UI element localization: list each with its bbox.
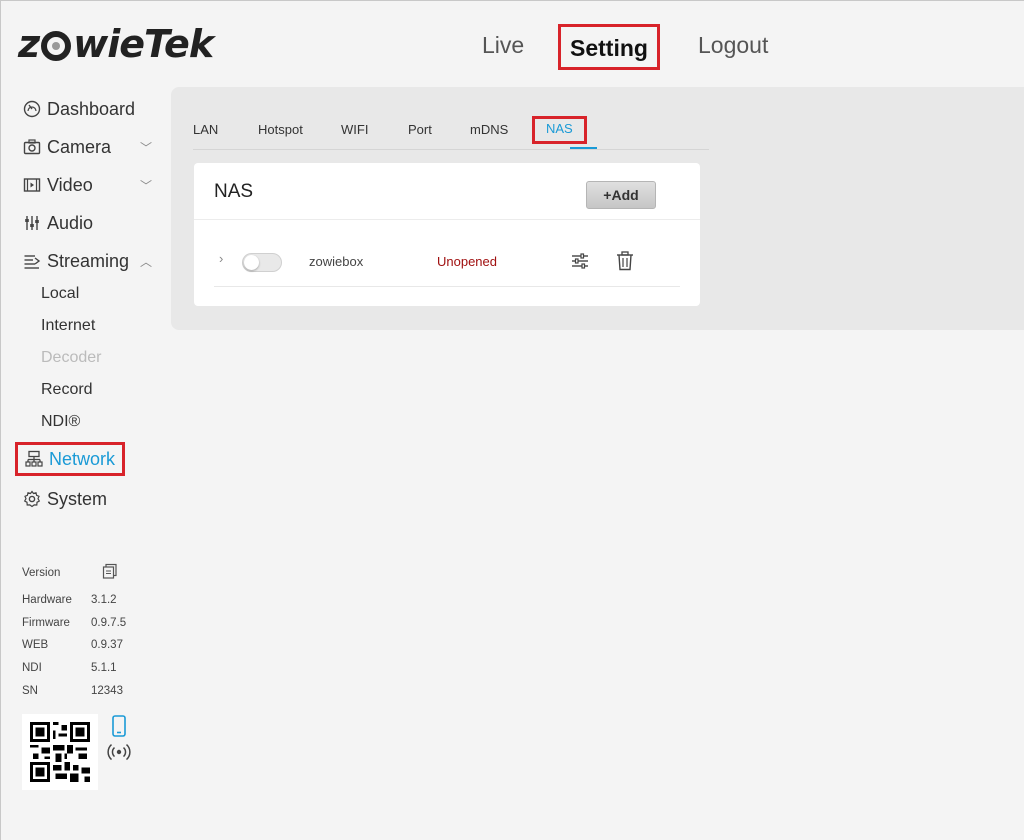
streaming-icon xyxy=(22,251,42,271)
version-row-ndi: NDI 5.1.1 xyxy=(22,660,162,676)
qr-code xyxy=(22,714,98,790)
top-nav: Live Setting Logout xyxy=(0,24,1024,70)
active-tab-indicator xyxy=(570,147,597,149)
sidebar-subitem-ndi[interactable]: NDI® xyxy=(41,411,80,433)
chevron-down-icon[interactable]: ﹀ xyxy=(140,139,152,156)
tab-hotspot[interactable]: Hotspot xyxy=(258,117,303,143)
nas-status: Unopened xyxy=(437,254,497,269)
version-key: Firmware xyxy=(22,617,70,629)
trash-icon[interactable] xyxy=(616,251,634,276)
version-value: 12343 xyxy=(91,685,123,697)
version-row-firmware: Firmware 0.9.7.5 xyxy=(22,615,162,631)
tab-lan[interactable]: LAN xyxy=(193,117,218,143)
sidebar-label-system: System xyxy=(47,488,108,509)
tab-port[interactable]: Port xyxy=(408,117,432,143)
version-title: Version xyxy=(22,567,61,579)
nav-live[interactable]: Live xyxy=(482,24,524,70)
sidebar-label-network: Network xyxy=(49,448,116,469)
tab-wifi[interactable]: WIFI xyxy=(341,117,368,143)
sidebar-item-dashboard[interactable]: Dashboard xyxy=(22,94,135,124)
version-row-hardware: Hardware 3.1.2 xyxy=(22,592,162,608)
gear-icon xyxy=(22,489,42,509)
nas-enable-toggle[interactable] xyxy=(242,253,282,272)
sidebar-label-audio: Audio xyxy=(47,212,94,233)
video-icon xyxy=(22,175,42,195)
version-key: WEB xyxy=(22,639,49,651)
sidebar-subitem-local[interactable]: Local xyxy=(41,283,79,305)
nas-row: › zowiebox Unopened xyxy=(214,243,680,287)
sidebar-label-video: Video xyxy=(47,174,93,195)
nav-setting[interactable]: Setting xyxy=(558,24,660,70)
sidebar-item-audio[interactable]: Audio xyxy=(22,208,93,238)
window-border-top xyxy=(0,0,1024,1)
network-icon xyxy=(24,449,44,469)
phone-icon[interactable] xyxy=(111,715,127,742)
broadcast-icon[interactable] xyxy=(107,742,131,767)
dashboard-icon xyxy=(22,99,42,119)
nav-logout[interactable]: Logout xyxy=(698,24,768,70)
nas-card: NAS +Add › zowiebox Unopened xyxy=(194,163,700,306)
sidebar-label-camera: Camera xyxy=(47,136,112,157)
sidebar-item-video[interactable]: Video ﹀ xyxy=(22,170,152,200)
sidebar-subitem-decoder: Decoder xyxy=(41,349,102,366)
main-panel: LAN Hotspot WIFI Port mDNS NAS NAS +Add … xyxy=(171,87,1024,330)
camera-icon xyxy=(22,137,42,157)
tab-nas[interactable]: NAS xyxy=(532,116,587,144)
version-row-sn: SN 12343 xyxy=(22,683,162,699)
chevron-right-icon[interactable]: › xyxy=(219,251,223,266)
audio-mixer-icon xyxy=(22,213,42,233)
card-divider xyxy=(194,219,700,220)
chevron-up-icon[interactable]: ︿ xyxy=(140,253,152,270)
card-title: NAS xyxy=(214,181,254,202)
sidebar-subitem-internet[interactable]: Internet xyxy=(41,315,95,337)
sliders-icon[interactable] xyxy=(571,252,589,275)
sidebar-subitem-record[interactable]: Record xyxy=(41,379,93,401)
copy-icon[interactable] xyxy=(102,563,118,584)
version-key: NDI xyxy=(22,662,42,674)
version-value: 5.1.1 xyxy=(91,662,117,674)
version-value: 0.9.37 xyxy=(91,639,123,651)
version-row-web: WEB 0.9.37 xyxy=(22,637,162,653)
add-nas-button[interactable]: +Add xyxy=(586,181,656,209)
window-border-left xyxy=(0,0,1,840)
sidebar-item-streaming[interactable]: Streaming ︿ xyxy=(22,246,152,276)
version-title-row: Version xyxy=(22,563,162,584)
version-value: 0.9.7.5 xyxy=(91,617,127,629)
network-tabs: LAN Hotspot WIFI Port mDNS NAS xyxy=(193,116,709,150)
sidebar-item-camera[interactable]: Camera ﹀ xyxy=(22,132,152,162)
nas-name: zowiebox xyxy=(309,254,364,269)
version-key: SN xyxy=(22,685,38,697)
sidebar-label-streaming: Streaming xyxy=(47,250,130,271)
sidebar-item-network[interactable]: Network xyxy=(15,442,125,476)
tab-mdns[interactable]: mDNS xyxy=(470,117,508,143)
version-key: Hardware xyxy=(22,594,72,606)
chevron-down-icon[interactable]: ﹀ xyxy=(140,177,152,194)
sidebar-item-system[interactable]: System xyxy=(22,484,107,514)
sidebar-label-dashboard: Dashboard xyxy=(47,98,136,119)
version-value: 3.1.2 xyxy=(91,594,117,606)
